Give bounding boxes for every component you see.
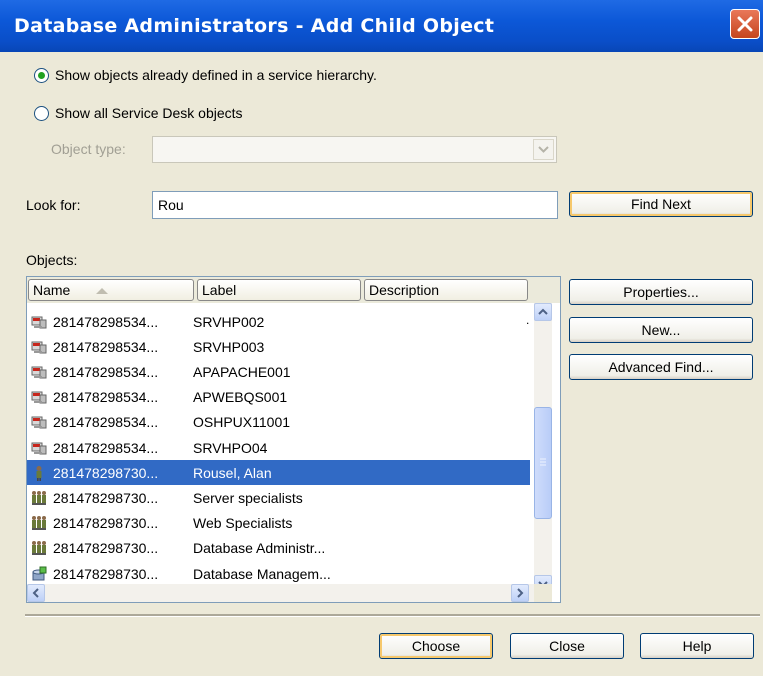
table-row[interactable]: 281478298534... OSHPUX11001 xyxy=(27,410,530,435)
cell-name: 281478298730... xyxy=(53,565,159,582)
scroll-right-button[interactable] xyxy=(511,584,529,602)
radio-all-option[interactable]: Show all Service Desk objects xyxy=(34,102,243,124)
table-header: Name Label Description xyxy=(27,277,560,303)
cell-label: Database Managem... xyxy=(193,565,331,582)
look-for-input[interactable] xyxy=(152,191,558,219)
server-icon xyxy=(31,442,47,454)
server-icon xyxy=(31,391,47,404)
look-for-label: Look for: xyxy=(26,197,81,213)
vertical-scrollbar[interactable] xyxy=(534,303,552,593)
cell-label: Rousel, Alan xyxy=(193,464,272,481)
close-button[interactable]: Close xyxy=(510,633,624,659)
table-row[interactable]: 281478298534... SRVHP002 xyxy=(27,309,530,334)
objects-label: Objects: xyxy=(26,252,78,268)
radio-all-button[interactable] xyxy=(34,105,49,121)
window-title: Database Administrators - Add Child Obje… xyxy=(14,15,495,37)
close-icon xyxy=(737,16,753,32)
group-icon xyxy=(32,516,46,531)
group-icon xyxy=(32,490,46,505)
scroll-left-button[interactable] xyxy=(27,584,45,602)
column-header-description[interactable]: Description xyxy=(364,279,528,301)
radio-hierarchy-option[interactable]: Show objects already defined in a servic… xyxy=(34,64,377,86)
choose-button[interactable]: Choose xyxy=(379,633,493,659)
column-header-label[interactable]: Label xyxy=(197,279,361,301)
scroll-corner xyxy=(534,584,552,602)
cell-name: 281478298730... xyxy=(53,540,159,557)
close-window-button[interactable] xyxy=(730,9,760,39)
horizontal-scrollbar[interactable] xyxy=(27,584,534,602)
radio-hierarchy-label: Show objects already defined in a servic… xyxy=(55,67,377,83)
table-row[interactable]: 281478298534... SRVHP003 xyxy=(27,334,530,359)
cell-name: 281478298534... xyxy=(53,363,159,380)
column-header-name[interactable]: Name xyxy=(28,279,194,301)
group-icon xyxy=(32,541,46,556)
table-row[interactable]: 281478298730... Database Managem... xyxy=(27,561,530,586)
new-button[interactable]: New... xyxy=(569,317,753,343)
server-icon xyxy=(31,366,47,379)
cell-name: 281478298730... xyxy=(53,489,159,506)
cell-name: 281478298730... xyxy=(53,464,159,481)
cell-label: Web Specialists xyxy=(193,515,293,532)
server-icon xyxy=(31,316,47,328)
radio-hierarchy-button[interactable] xyxy=(34,67,49,83)
object-type-dropdown-button[interactable] xyxy=(533,139,554,160)
scroll-thumb[interactable] xyxy=(534,407,552,519)
object-type-label: Object type: xyxy=(51,141,126,157)
cell-label: OSHPUX11001 xyxy=(193,414,291,431)
cell-name: 281478298534... xyxy=(53,313,159,330)
object-type-select[interactable] xyxy=(152,136,557,163)
chevron-up-icon xyxy=(538,308,548,315)
table-row[interactable]: 281478298730... Web Specialists xyxy=(27,511,530,536)
help-button[interactable]: Help xyxy=(640,633,754,659)
table-row[interactable]: 281478298730... Rousel, Alan xyxy=(27,460,530,486)
cell-name: 281478298730... xyxy=(53,515,159,532)
cell-name: 281478298534... xyxy=(53,439,159,456)
title-bar[interactable]: Database Administrators - Add Child Obje… xyxy=(0,0,763,52)
truncation-mark: . xyxy=(526,313,530,327)
radio-all-label: Show all Service Desk objects xyxy=(55,105,243,121)
person-icon xyxy=(36,465,42,481)
table-row[interactable]: 281478298730... Database Administr... xyxy=(27,536,530,561)
table-row[interactable]: 281478298534... APWEBQS001 xyxy=(27,385,530,410)
sort-ascending-icon xyxy=(96,288,108,294)
table-row[interactable]: 281478298730... Server specialists xyxy=(27,485,530,510)
cell-label: SRVHP002 xyxy=(193,313,265,330)
chevron-down-icon xyxy=(538,146,549,153)
cell-label: APAPACHE001 xyxy=(193,363,291,380)
properties-button[interactable]: Properties... xyxy=(569,279,753,305)
footer-divider xyxy=(25,614,760,617)
scroll-up-button[interactable] xyxy=(534,303,552,321)
database-icon xyxy=(32,566,47,580)
table-row[interactable]: 281478298534... APAPACHE001 xyxy=(27,359,530,384)
cell-label: Database Administr... xyxy=(193,540,326,557)
table-row[interactable]: 281478298534... SRVHPO04 xyxy=(27,435,530,460)
chevron-left-icon xyxy=(32,588,39,598)
objects-table: Name Label Description 281478298534... SR… xyxy=(26,276,561,603)
dialog-window: Database Administrators - Add Child Obje… xyxy=(0,0,763,676)
server-icon xyxy=(31,341,47,354)
cell-name: 281478298534... xyxy=(53,414,159,431)
grip-icon xyxy=(540,458,546,466)
chevron-right-icon xyxy=(517,588,524,598)
server-icon xyxy=(31,416,47,429)
cell-label: SRVHP003 xyxy=(193,338,265,355)
advanced-find-button[interactable]: Advanced Find... xyxy=(569,354,753,380)
cell-label: SRVHPO04 xyxy=(193,439,268,456)
cell-name: 281478298534... xyxy=(53,389,159,406)
cell-label: Server specialists xyxy=(193,489,303,506)
find-next-button[interactable]: Find Next xyxy=(569,191,753,217)
cell-name: 281478298534... xyxy=(53,338,159,355)
cell-label: APWEBQS001 xyxy=(193,389,288,406)
